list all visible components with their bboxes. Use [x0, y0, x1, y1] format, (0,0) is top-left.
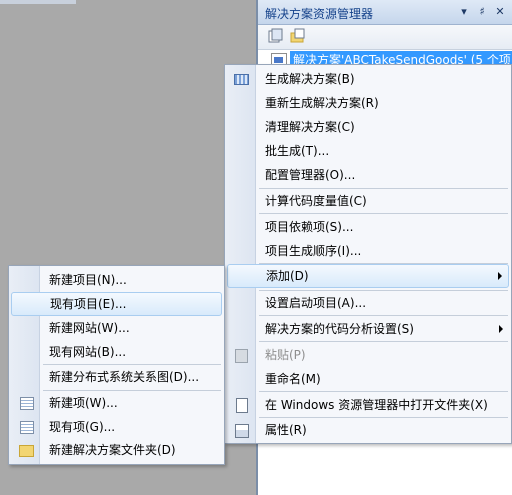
- menu-item-label: 设置启动项目(A)...: [265, 296, 367, 310]
- open-folder-icon: [236, 398, 248, 413]
- menu-item-label: 新建网站(W)...: [49, 321, 130, 335]
- menu-item-label: 粘贴(P): [265, 348, 306, 362]
- build-icon: [234, 74, 249, 85]
- menu-separator: [43, 364, 221, 365]
- menu-item-label: 清理解决方案(C): [265, 120, 355, 134]
- menu-item-add[interactable]: 添加(D): [227, 264, 509, 288]
- menu-item-label: 生成解决方案(B): [265, 72, 355, 86]
- submenu-item-new-website[interactable]: 新建网站(W)...: [11, 317, 222, 339]
- menu-separator: [259, 417, 508, 418]
- submenu-item-new-solution-folder[interactable]: 新建解决方案文件夹(D): [11, 439, 222, 461]
- close-icon[interactable]: ✕: [492, 4, 508, 20]
- menu-item-paste: 粘贴(P): [227, 344, 509, 366]
- menu-item-rename[interactable]: 重命名(M): [227, 368, 509, 390]
- menu-item-label: 在 Windows 资源管理器中打开文件夹(X): [265, 398, 488, 412]
- menu-separator: [259, 188, 508, 189]
- menu-item-properties[interactable]: 属性(R): [227, 419, 509, 441]
- menu-item-label: 添加(D): [266, 269, 309, 283]
- submenu-item-new-distributed-system-diagram[interactable]: 新建分布式系统关系图(D)...: [11, 366, 222, 388]
- menu-item-label: 新建项(W)...: [49, 396, 118, 410]
- menu-item-label: 新建分布式系统关系图(D)...: [49, 370, 200, 384]
- menu-item-open-folder-in-explorer[interactable]: 在 Windows 资源管理器中打开文件夹(X): [227, 394, 509, 416]
- menu-item-label: 配置管理器(O)...: [265, 168, 356, 182]
- submenu-item-existing-project[interactable]: 现有项目(E)...: [11, 292, 222, 316]
- menu-item-label: 新建项目(N)...: [49, 273, 127, 287]
- submenu-arrow-icon: [498, 272, 502, 280]
- existing-item-icon: [20, 421, 34, 434]
- background-strip: [0, 0, 76, 4]
- paste-icon: [235, 349, 248, 363]
- menu-separator: [259, 315, 508, 316]
- panel-title: 解决方案资源管理器: [265, 7, 374, 21]
- menu-item-rebuild-solution[interactable]: 重新生成解决方案(R): [227, 92, 509, 114]
- menu-item-label: 计算代码度量值(C): [265, 194, 367, 208]
- window-position-dropdown-icon[interactable]: ▾: [456, 4, 472, 20]
- auto-hide-pin-icon[interactable]: ♯: [474, 4, 490, 20]
- submenu-item-existing-website[interactable]: 现有网站(B)...: [11, 341, 222, 363]
- menu-item-label: 新建解决方案文件夹(D): [49, 443, 176, 457]
- menu-separator: [43, 390, 221, 391]
- panel-title-bar: 解决方案资源管理器 ▾ ♯ ✕: [258, 0, 512, 25]
- menu-item-calculate-code-metrics[interactable]: 计算代码度量值(C): [227, 190, 509, 212]
- menu-separator: [259, 213, 508, 214]
- menu-item-label: 重新生成解决方案(R): [265, 96, 379, 110]
- panel-toolbar: [258, 25, 512, 50]
- submenu-item-existing-item[interactable]: 现有项(G)...: [11, 416, 222, 438]
- submenu-item-new-project[interactable]: 新建项目(N)...: [11, 269, 222, 291]
- properties-toolbar-icon[interactable]: [268, 28, 284, 44]
- solution-context-menu: 生成解决方案(B) 重新生成解决方案(R) 清理解决方案(C) 批生成(T)..…: [224, 64, 512, 444]
- submenu-item-new-item[interactable]: 新建项(W)...: [11, 392, 222, 414]
- menu-item-label: 现有项目(E)...: [50, 297, 127, 311]
- menu-item-label: 重命名(M): [265, 372, 321, 386]
- menu-item-build-solution[interactable]: 生成解决方案(B): [227, 68, 509, 90]
- menu-item-project-dependencies[interactable]: 项目依赖项(S)...: [227, 216, 509, 238]
- menu-item-configuration-manager[interactable]: 配置管理器(O)...: [227, 164, 509, 186]
- menu-item-code-analysis-settings[interactable]: 解决方案的代码分析设置(S): [227, 318, 509, 340]
- menu-item-label: 现有项(G)...: [49, 420, 116, 434]
- menu-item-label: 属性(R): [265, 423, 307, 437]
- menu-item-label: 项目依赖项(S)...: [265, 220, 354, 234]
- menu-separator: [259, 391, 508, 392]
- menu-item-label: 解决方案的代码分析设置(S): [265, 322, 414, 336]
- menu-item-set-startup-projects[interactable]: 设置启动项目(A)...: [227, 292, 509, 314]
- menu-item-batch-build[interactable]: 批生成(T)...: [227, 140, 509, 162]
- add-submenu: 新建项目(N)... 现有项目(E)... 新建网站(W)... 现有网站(B)…: [8, 265, 225, 465]
- new-item-icon: [20, 397, 34, 410]
- menu-item-project-build-order[interactable]: 项目生成顺序(I)...: [227, 240, 509, 262]
- submenu-arrow-icon: [499, 325, 503, 333]
- menu-item-label: 现有网站(B)...: [49, 345, 127, 359]
- show-all-files-icon[interactable]: [290, 28, 306, 44]
- menu-item-clean-solution[interactable]: 清理解决方案(C): [227, 116, 509, 138]
- properties-icon: [235, 424, 249, 438]
- solution-folder-icon: [19, 445, 34, 457]
- menu-separator: [259, 341, 508, 342]
- menu-item-label: 批生成(T)...: [265, 144, 330, 158]
- menu-separator: [259, 290, 508, 291]
- menu-item-label: 项目生成顺序(I)...: [265, 244, 362, 258]
